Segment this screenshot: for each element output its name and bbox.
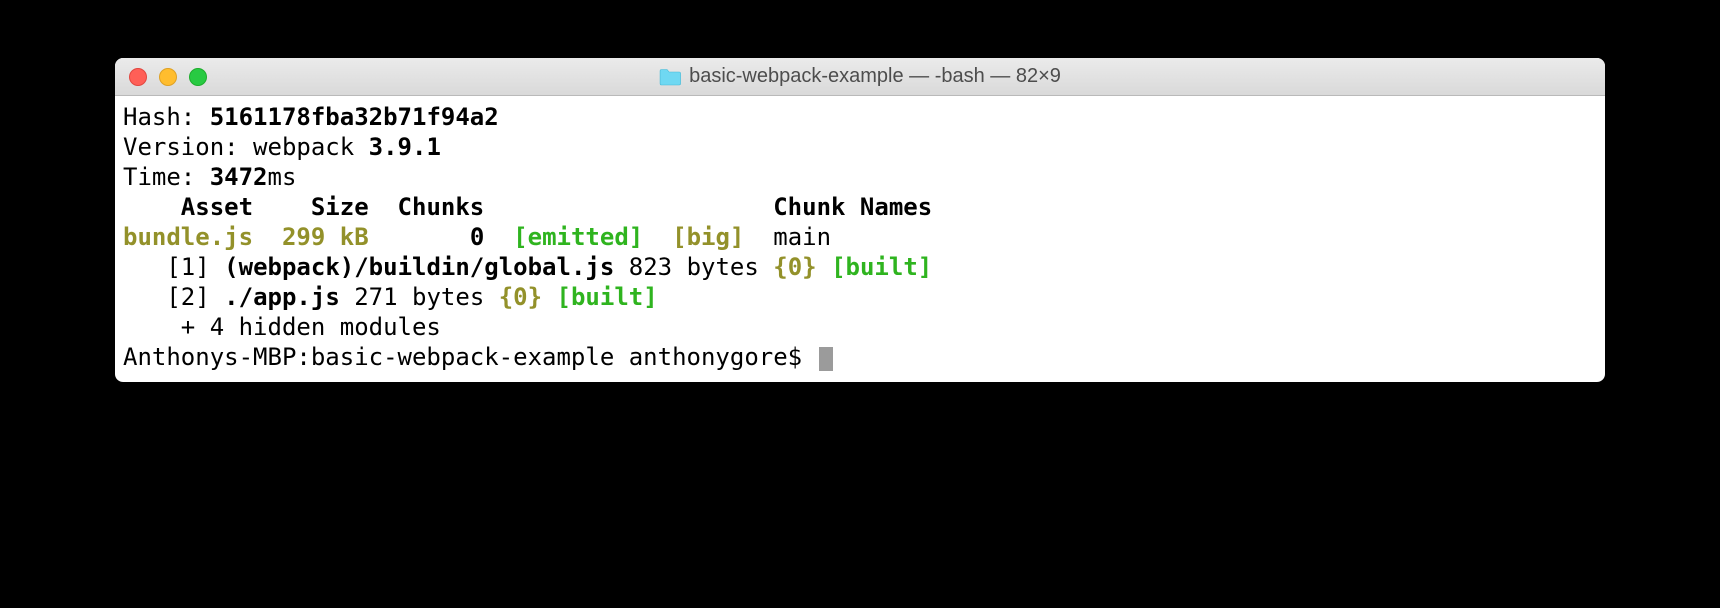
chunk-number: 0 [470, 223, 484, 251]
cursor[interactable] [819, 347, 833, 371]
mod2-group-open: { [499, 283, 513, 311]
mod1-size: 823 bytes [629, 253, 759, 281]
hash-value: 5161178fba32b71f94a2 [210, 103, 499, 131]
hidden-modules: + 4 hidden modules [123, 313, 441, 341]
big-tag: [big] [672, 223, 744, 251]
terminal-output[interactable]: Hash: 5161178fba32b71f94a2 Version: webp… [115, 96, 1605, 382]
mod2-group-close: } [528, 283, 542, 311]
time-label: Time: [123, 163, 210, 191]
asset-name: bundle.js [123, 223, 253, 251]
mod1-index: [1] [166, 253, 209, 281]
terminal-window: basic-webpack-example — -bash — 82×9 Has… [115, 58, 1605, 382]
version-value: 3.9.1 [369, 133, 441, 161]
mod2-group-num: 0 [513, 283, 527, 311]
col-asset: Asset [181, 193, 253, 221]
mod1-group-open: { [773, 253, 787, 281]
shell-prompt: Anthonys-MBP:basic-webpack-example antho… [123, 343, 817, 371]
asset-size: 299 kB [282, 223, 369, 251]
mod2-size: 271 bytes [354, 283, 484, 311]
minimize-button[interactable] [159, 68, 177, 86]
time-unit: ms [268, 163, 297, 191]
hash-label: Hash: [123, 103, 210, 131]
window-title: basic-webpack-example — -bash — 82×9 [689, 65, 1061, 88]
close-button[interactable] [129, 68, 147, 86]
mod2-name: ./app.js [224, 283, 340, 311]
titlebar[interactable]: basic-webpack-example — -bash — 82×9 [115, 58, 1605, 96]
version-label: Version: webpack [123, 133, 369, 161]
col-chunk-names: Chunk Names [773, 193, 932, 221]
mod1-built: [built] [831, 253, 932, 281]
col-chunks: Chunks [398, 193, 485, 221]
window-title-area: basic-webpack-example — -bash — 82×9 [659, 65, 1061, 88]
mod1-group-close: } [802, 253, 816, 281]
mod1-name: (webpack)/buildin/global.js [224, 253, 614, 281]
mod2-built: [built] [557, 283, 658, 311]
folder-icon [659, 68, 681, 86]
mod2-index: [2] [166, 283, 209, 311]
traffic-lights [115, 68, 207, 86]
mod1-group-num: 0 [788, 253, 802, 281]
time-value: 3472 [210, 163, 268, 191]
maximize-button[interactable] [189, 68, 207, 86]
emitted-tag: [emitted] [513, 223, 643, 251]
chunk-name: main [773, 223, 831, 251]
col-size: Size [311, 193, 369, 221]
